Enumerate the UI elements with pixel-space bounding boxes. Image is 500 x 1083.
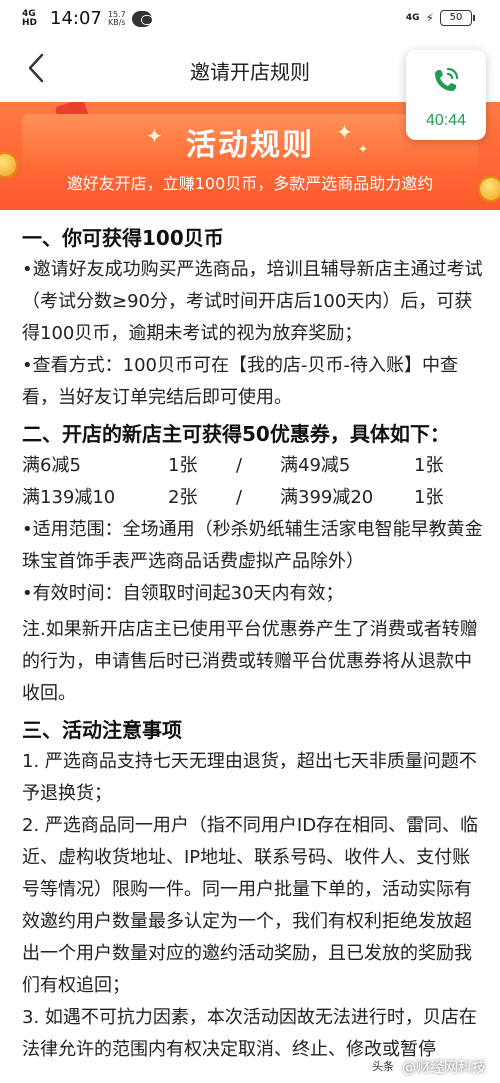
- charging-icon: ⚡: [425, 11, 434, 25]
- coupon-name: 满49减5: [280, 455, 351, 476]
- network-type: 4G: [405, 13, 420, 23]
- coupon-count: 1张: [414, 455, 444, 476]
- call-duration: 40:44: [425, 112, 467, 129]
- coupon-validity-text: •有效时间：自领取时间起30天内有效；: [22, 583, 344, 604]
- section-1-reward-text: •邀请好友成功购买严选商品，培训且辅导新店主通过考试（考试分数≥90分，考试时间…: [22, 259, 483, 344]
- battery-icon: 50: [440, 10, 475, 26]
- coupon-row: 满139减10 2张 / 满399减20 1张: [22, 482, 484, 514]
- toutiao-logo: 头条: [368, 1058, 398, 1076]
- watermark: 头条 @财经网科技: [368, 1057, 486, 1077]
- network-speed: 15.7 KB/s: [107, 10, 126, 27]
- status-time: 14:07: [50, 8, 102, 29]
- status-right: 4G ⚡ 50: [405, 10, 475, 26]
- section-2-title: 二、开店的新店主可获得50优惠券，具体如下：: [22, 422, 450, 446]
- section-3-title: 三、活动注意事项: [22, 718, 182, 742]
- coupon-note-text: 注.如果新开店店主已使用平台优惠券产生了消费或者转赠的行为，申请售后时已消费或转…: [22, 619, 478, 704]
- watermark-text: @财经网科技: [402, 1060, 486, 1076]
- wechat-icon: [131, 10, 153, 27]
- coupon-name: 满6减5: [22, 455, 81, 476]
- banner-subtitle: 邀好友开店，立赚100贝币，多款严选商品助力邀约: [66, 174, 434, 193]
- coupon-name: 满139减10: [22, 487, 116, 508]
- rules-content: 一、你可获得100贝币 •邀请好友成功购买严选商品，培训且辅导新店主通过考试（考…: [22, 222, 484, 1066]
- section-1-view-text: •查看方式：100贝币可在【我的店-贝币-待入账】中查看，当好友订单完结后即可使…: [22, 355, 458, 408]
- status-bar: 4G HD 14:07 15.7 KB/s 4G ⚡ 50: [0, 0, 500, 36]
- coupon-count: 1张: [168, 455, 198, 476]
- phone-call-icon: [435, 67, 459, 91]
- status-left: 4G HD 14:07 15.7 KB/s: [22, 8, 153, 29]
- section-1-title: 一、你可获得100贝币: [22, 226, 224, 250]
- coupon-scope-text: •适用范围：全场通用（秒杀奶纸辅生活家电智能早教黄金珠宝首饰手表严选商品话费虚拟…: [22, 519, 483, 572]
- notice-item-1: 1. 严选商品支持七天无理由退货，超出七天非质量问题不予退换货；: [22, 751, 477, 804]
- coupon-row: 满6减5 1张 / 满49减5 1张: [22, 450, 484, 482]
- network-speed-unit: KB/s: [107, 17, 126, 27]
- call-floating-widget[interactable]: 40:44: [406, 50, 486, 140]
- signal-indicator: 4G HD: [22, 8, 38, 28]
- coupon-name: 满399减20: [280, 487, 374, 508]
- coupon-separator: /: [236, 487, 243, 508]
- coupon-separator: /: [236, 455, 243, 476]
- coupon-count: 1张: [414, 487, 444, 508]
- notice-item-2: 2. 严选商品同一用户（指不同用户ID存在相同、雷同、临近、虚构收货地址、IP地…: [22, 815, 479, 996]
- coupon-count: 2张: [168, 487, 198, 508]
